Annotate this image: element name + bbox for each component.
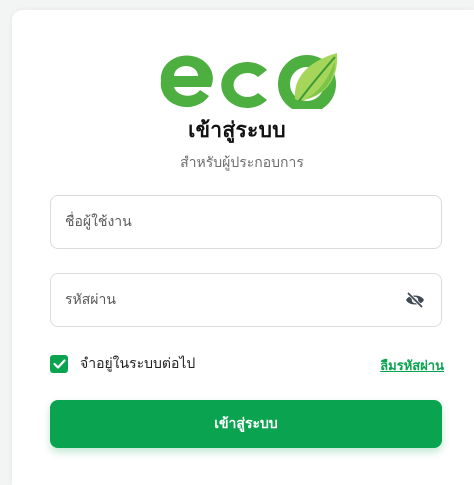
username-input[interactable] bbox=[65, 196, 427, 248]
eco-logo bbox=[160, 53, 338, 109]
page-subtitle: สำหรับผู้ประกอบการ bbox=[180, 155, 304, 171]
page-title: เข้าสู่ระบบ bbox=[188, 118, 286, 142]
check-icon bbox=[52, 359, 66, 369]
forgot-password-link[interactable]: ลืมรหัสผ่าน bbox=[380, 355, 444, 376]
remember-checkbox[interactable] bbox=[50, 355, 68, 373]
password-field[interactable] bbox=[50, 273, 442, 327]
eye-off-icon[interactable] bbox=[403, 288, 427, 312]
username-field[interactable] bbox=[50, 195, 442, 249]
password-input[interactable] bbox=[65, 274, 403, 326]
login-button[interactable]: เข้าสู่ระบบ bbox=[50, 400, 442, 448]
remember-me[interactable]: จำอยู่ในระบบต่อไป bbox=[50, 353, 195, 375]
remember-label: จำอยู่ในระบบต่อไป bbox=[80, 356, 196, 372]
